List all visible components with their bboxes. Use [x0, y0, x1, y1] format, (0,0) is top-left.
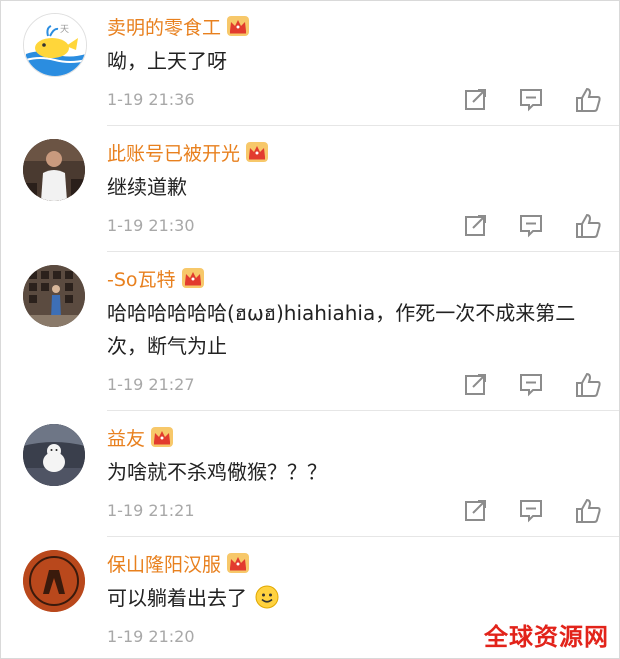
comment-meta: 1-19 21:21 — [107, 497, 607, 527]
share-icon[interactable] — [463, 86, 491, 114]
author-name[interactable]: 益友 — [107, 424, 145, 451]
comment-icon[interactable] — [518, 371, 546, 399]
like-icon[interactable] — [574, 371, 602, 399]
photo-wall-avatar[interactable] — [23, 265, 85, 327]
comment-author[interactable]: 此账号已被开光 — [107, 139, 269, 166]
person-photo-avatar[interactable] — [23, 139, 85, 201]
comment-author[interactable]: 卖明的零食工 — [107, 13, 250, 40]
divider — [107, 410, 619, 411]
comment-icon[interactable] — [518, 86, 546, 114]
comment-list: 天 卖明的零食工 呦，上天了呀 1-19 21:36 此账号已被开光 继续道歉 … — [0, 0, 620, 659]
crown-badge-icon — [246, 142, 269, 162]
comment-time: 1-19 21:30 — [107, 216, 195, 235]
share-icon[interactable] — [463, 371, 491, 399]
comment-item: 益友 为啥就不杀鸡儆猴？？？ 1-19 21:21 — [1, 412, 620, 536]
like-icon[interactable] — [574, 212, 602, 240]
crown-badge-icon — [227, 16, 250, 36]
comment-time: 1-19 21:20 — [107, 627, 195, 646]
watermark-logo: 全球资源网 — [484, 623, 609, 651]
comment-text: 呦，上天了呀 — [107, 49, 227, 73]
whale-avatar[interactable]: 天 — [23, 13, 87, 77]
comment-text: 可以躺着出去了 — [107, 582, 597, 615]
comment-meta: 1-19 21:36 — [107, 86, 607, 116]
comment-item: 此账号已被开光 继续道歉 1-19 21:30 — [1, 127, 620, 251]
comment-author[interactable]: 保山隆阳汉服 — [107, 550, 250, 577]
comment-text: 为啥就不杀鸡儆猴？？？ — [107, 460, 327, 484]
comment-author[interactable]: -So瓦特 — [107, 265, 204, 291]
smile-emoji-icon — [255, 585, 279, 609]
share-icon[interactable] — [463, 212, 491, 240]
comment-text: 继续道歉 — [107, 175, 187, 199]
svg-text:天: 天 — [60, 25, 69, 35]
divider — [107, 125, 619, 126]
author-name[interactable]: -So瓦特 — [107, 265, 176, 292]
comment-author[interactable]: 益友 — [107, 424, 174, 451]
divider — [107, 251, 619, 252]
comment-time: 1-19 21:27 — [107, 375, 195, 394]
comment-meta: 1-19 21:27 — [107, 371, 607, 401]
comment-time: 1-19 21:21 — [107, 501, 195, 520]
author-name[interactable]: 卖明的零食工 — [107, 13, 221, 40]
divider — [107, 536, 619, 537]
comment-text: 哈哈哈哈哈哈(ฮωฮ)hiahiahia，作死一次不成来第二次，断气为止 — [107, 301, 576, 358]
comment-icon[interactable] — [518, 497, 546, 525]
comment-time: 1-19 21:36 — [107, 90, 195, 109]
comment-item: -So瓦特 哈哈哈哈哈哈(ฮωฮ)hiahiahia，作死一次不成来第二次，断气… — [1, 253, 620, 410]
white-dog-avatar[interactable] — [23, 424, 85, 486]
like-icon[interactable] — [574, 86, 602, 114]
author-name[interactable]: 此账号已被开光 — [107, 139, 240, 166]
crown-badge-icon — [181, 268, 204, 288]
comment-icon[interactable] — [518, 212, 546, 240]
comment-meta: 1-19 21:30 — [107, 212, 607, 242]
author-name[interactable]: 保山隆阳汉服 — [107, 550, 221, 577]
comment-text-content: 可以躺着出去了 — [107, 586, 247, 610]
like-icon[interactable] — [574, 497, 602, 525]
comment-item: 天 卖明的零食工 呦，上天了呀 1-19 21:36 — [1, 1, 620, 125]
crown-badge-icon — [151, 427, 174, 447]
crown-badge-icon — [227, 553, 250, 573]
seal-emblem-avatar[interactable] — [23, 550, 85, 612]
share-icon[interactable] — [463, 497, 491, 525]
